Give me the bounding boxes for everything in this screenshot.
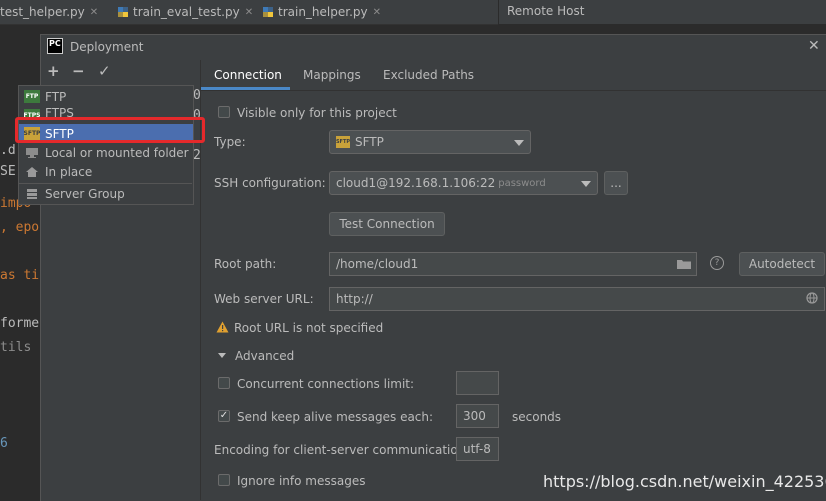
web-server-url-input[interactable]: http:// [329, 287, 825, 311]
ssh-auth-hint: password [498, 177, 546, 189]
code-fragment: as ti [0, 268, 40, 283]
ssh-config-value: cloud1@192.168.1.106:22 [336, 176, 496, 190]
close-icon[interactable]: ✕ [90, 7, 98, 18]
root-url-warning: Root URL is not specified [234, 321, 384, 335]
code-fragment: .d [0, 143, 16, 158]
server-type-label: FTP [45, 89, 67, 104]
code-fragment: SE [0, 164, 16, 179]
ssh-config-select[interactable]: cloud1@192.168.1.106:22 password [329, 171, 598, 195]
watermark-text: https://blog.csdn.net/weixin_42253689 [543, 472, 826, 491]
active-tab-indicator [201, 87, 290, 90]
settings-tabs [200, 60, 826, 91]
keep-alive-input[interactable]: 300 [456, 404, 499, 428]
chevron-down-icon [581, 181, 591, 187]
encoding-input[interactable]: utf-8 [456, 437, 499, 461]
concurrent-limit-input[interactable] [456, 371, 499, 395]
file-tab-label: train_helper.py [278, 5, 368, 19]
keep-alive-label: Send keep alive messages each: [237, 410, 434, 424]
server-type-in-place[interactable]: In place [19, 162, 193, 181]
concurrent-limit-checkbox[interactable] [218, 377, 230, 389]
add-server-button[interactable]: + [47, 62, 60, 80]
web-server-url-label: Web server URL: [214, 292, 314, 306]
ssh-config-label: SSH configuration: [214, 176, 326, 190]
keep-alive-value: 300 [463, 409, 486, 423]
dialog-title: Deployment [70, 40, 144, 54]
root-path-input[interactable]: /home/cloud1 [329, 252, 697, 276]
file-tab-label: train_eval_test.py [133, 5, 240, 19]
close-icon[interactable]: ✕ [245, 7, 253, 18]
file-tab-train-helper[interactable]: train_helper.py ✕ [262, 0, 381, 24]
pycharm-logo-icon: PC [47, 38, 63, 54]
ssh-config-browse-button[interactable]: ... [604, 171, 628, 195]
chevron-down-icon[interactable] [218, 353, 226, 358]
type-label: Type: [214, 135, 246, 149]
globe-icon[interactable] [806, 292, 818, 304]
advanced-section-toggle[interactable]: Advanced [235, 349, 294, 363]
keep-alive-checkbox[interactable]: ✓ [218, 410, 230, 422]
ignore-info-checkbox[interactable] [218, 474, 230, 486]
type-value: SFTP [355, 135, 384, 149]
highlight-annotation-box [15, 117, 205, 143]
server-type-label: Local or mounted folder [45, 145, 189, 160]
autodetect-button[interactable]: Autodetect [739, 252, 825, 276]
tab-mappings[interactable]: Mappings [303, 68, 361, 82]
server-type-label: Server Group [45, 186, 125, 201]
python-file-icon [263, 7, 273, 17]
ftp-icon: FTP [24, 90, 40, 103]
web-server-url-value: http:// [336, 292, 373, 306]
encoding-value: utf-8 [463, 442, 491, 456]
root-path-value: /home/cloud1 [336, 257, 419, 271]
close-icon[interactable]: ✕ [373, 7, 381, 18]
type-select[interactable]: SFTP SFTP [329, 130, 531, 154]
concurrent-limit-label: Concurrent connections limit: [237, 377, 415, 391]
code-fragment: , epo [0, 220, 40, 235]
tab-excluded-paths[interactable]: Excluded Paths [383, 68, 474, 82]
encoding-label: Encoding for client-server communication… [214, 443, 470, 457]
server-type-server-group[interactable]: Server Group [19, 184, 193, 203]
remote-host-title: Remote Host [507, 4, 585, 18]
server-type-local-folder[interactable]: Local or mounted folder [19, 143, 193, 162]
local-folder-icon [24, 146, 40, 159]
test-connection-button[interactable]: Test Connection [329, 212, 445, 236]
visible-only-label: Visible only for this project [237, 106, 397, 120]
root-path-label: Root path: [214, 257, 277, 271]
home-icon [24, 165, 40, 178]
file-tab-train-eval-test[interactable]: train_eval_test.py ✕ [117, 0, 253, 24]
server-group-icon [24, 187, 40, 200]
code-fragment: forme [0, 316, 40, 331]
file-tab-test-helper[interactable]: test_helper.py ✕ [0, 0, 98, 24]
apply-check-button[interactable]: ✓ [98, 62, 111, 80]
tab-connection[interactable]: Connection [214, 68, 282, 82]
code-fragment: 2 [193, 148, 201, 163]
folder-icon[interactable] [676, 258, 692, 270]
server-type-label: In place [45, 164, 93, 179]
code-fragment: tils [0, 340, 32, 355]
editor-tab-bar: test_helper.py ✕ train_eval_test.py ✕ tr… [0, 0, 498, 25]
close-icon[interactable]: ✕ [808, 38, 820, 54]
server-type-popup: FTP FTP FTPS FTPS SFTP SFTP Local or mou… [18, 85, 194, 205]
ignore-info-label: Ignore info messages [237, 474, 366, 488]
chevron-down-icon [514, 140, 524, 146]
remove-server-button[interactable]: − [72, 62, 85, 80]
sftp-icon: SFTP [336, 136, 350, 148]
file-tab-label: test_helper.py [0, 5, 85, 19]
keep-alive-unit: seconds [512, 410, 562, 424]
warning-icon [216, 321, 229, 333]
code-fragment: 6 [0, 436, 8, 451]
visible-only-checkbox[interactable] [218, 106, 230, 118]
popup-separator [18, 183, 192, 184]
python-file-icon [118, 7, 128, 17]
help-icon[interactable]: ? [710, 256, 724, 270]
server-type-ftp[interactable]: FTP FTP [19, 87, 193, 106]
